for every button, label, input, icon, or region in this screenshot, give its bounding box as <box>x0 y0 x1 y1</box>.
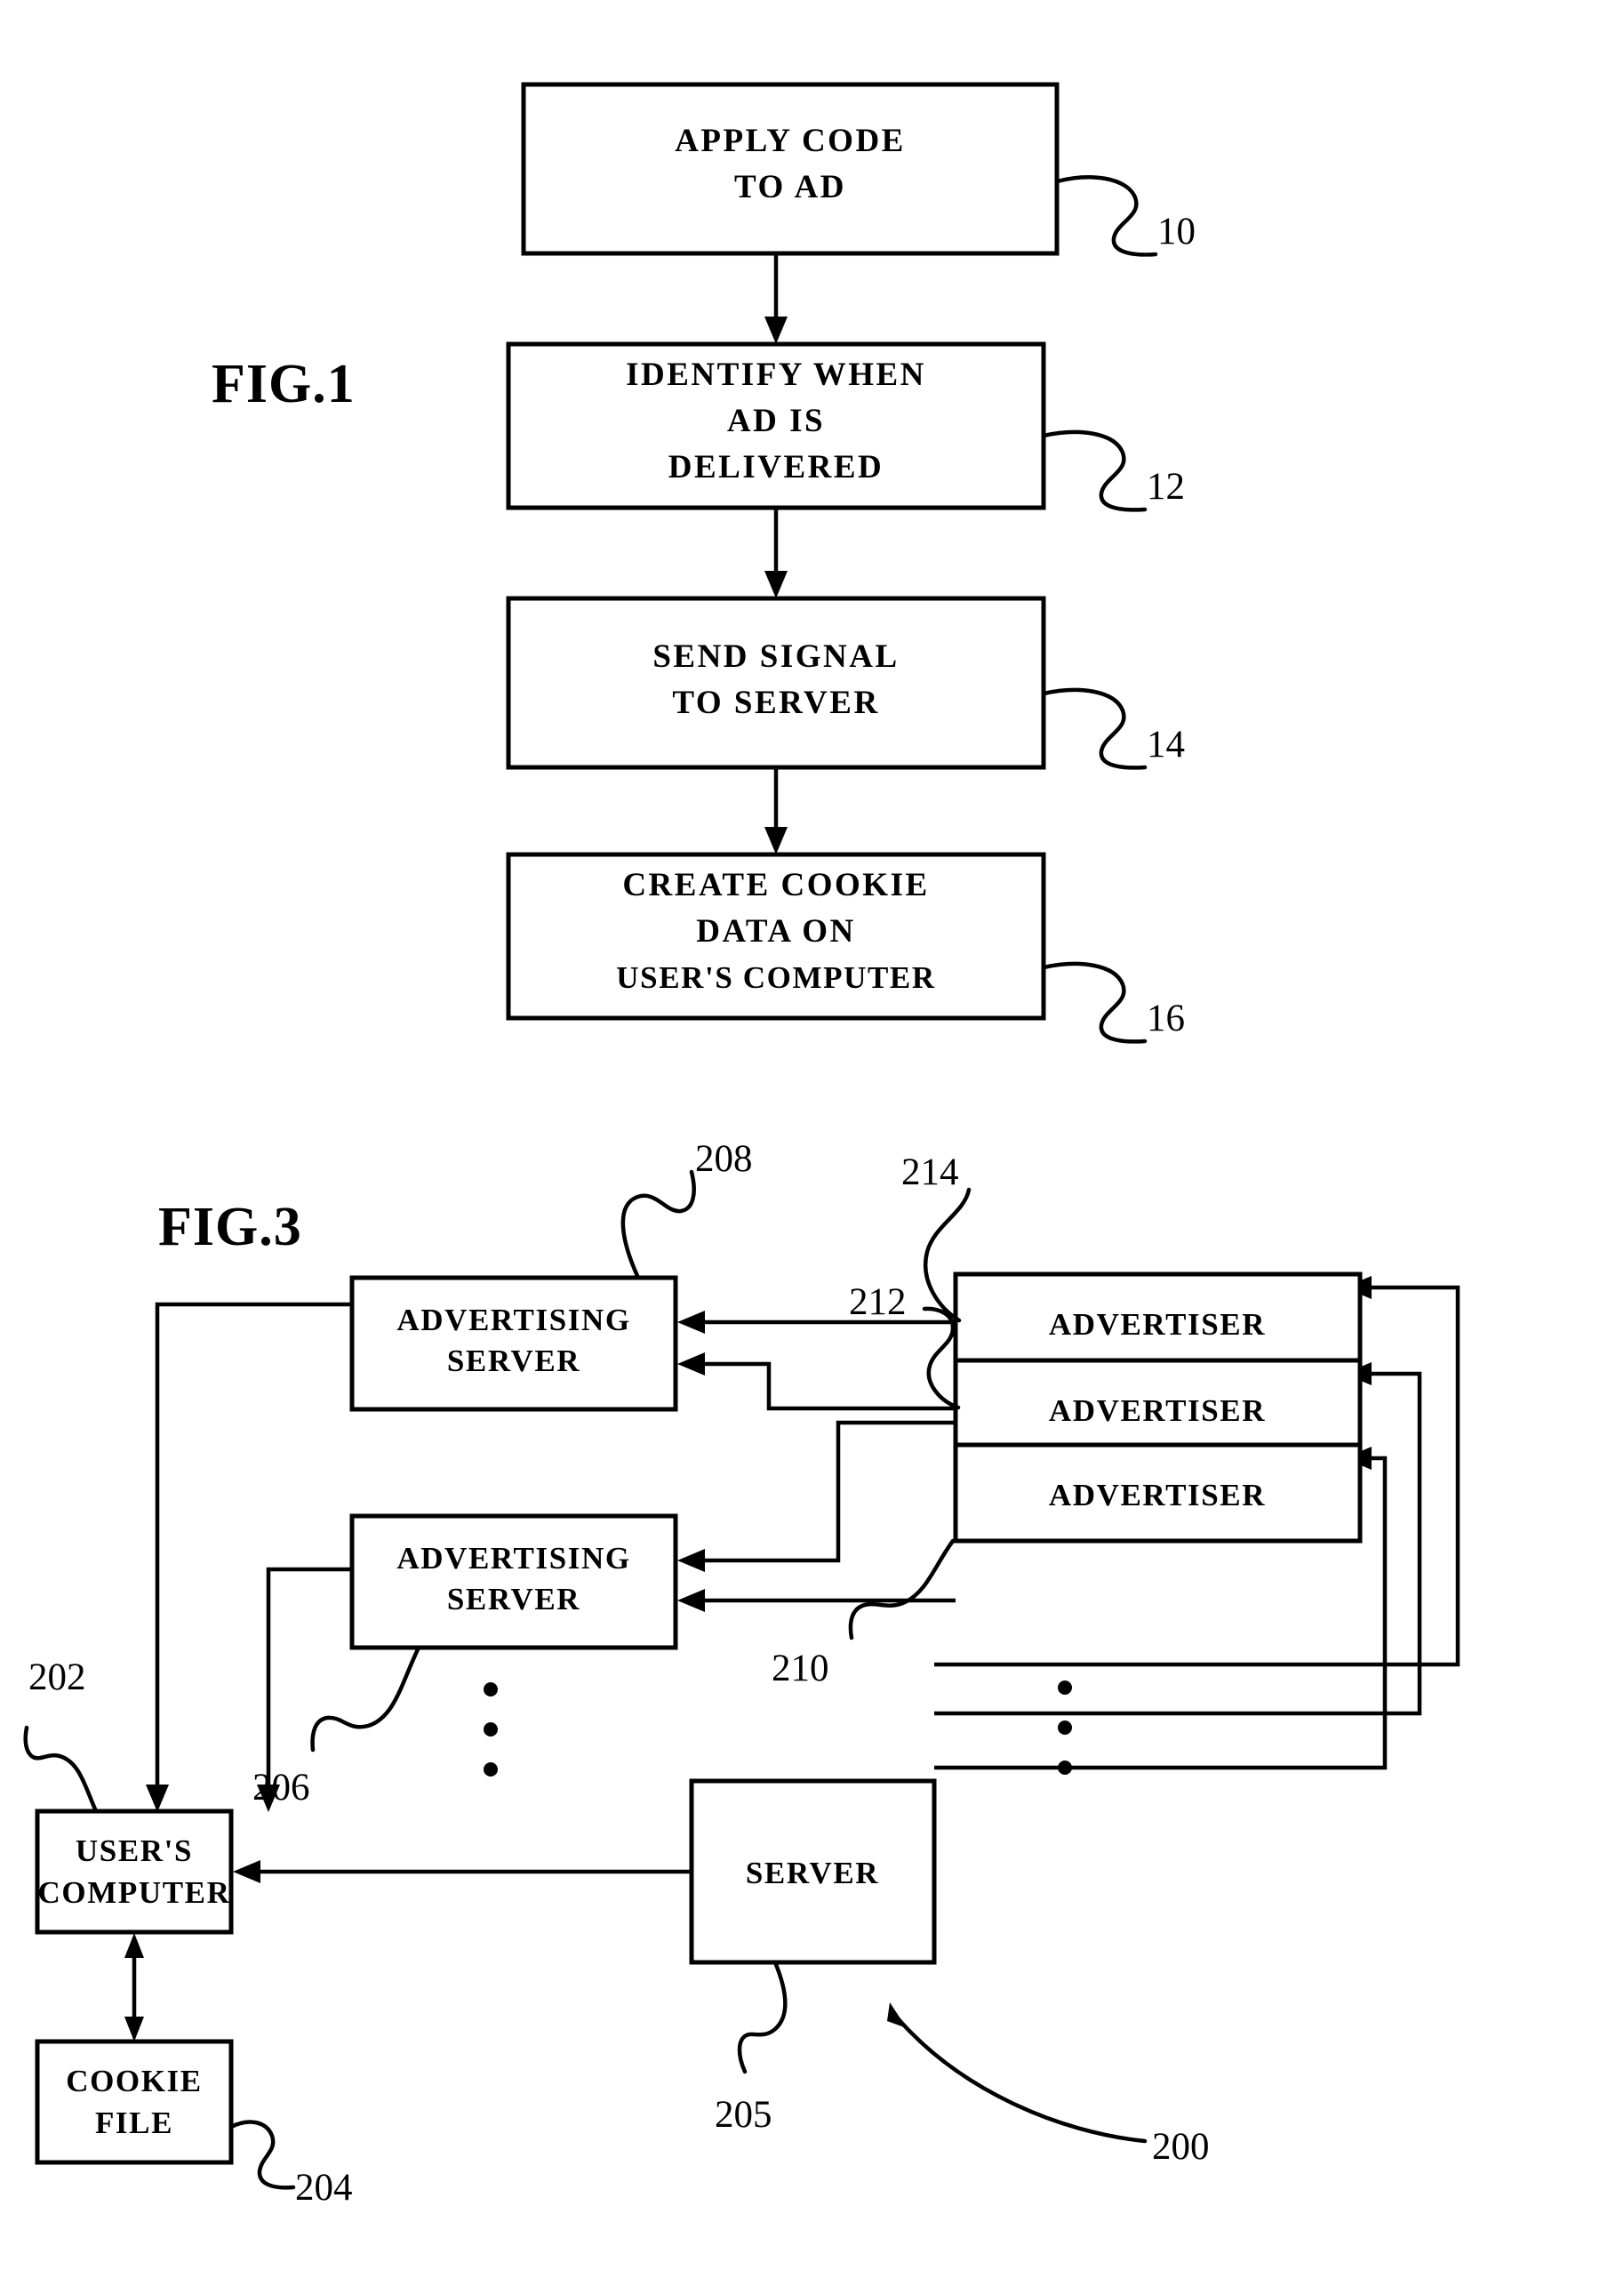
fig1-ref-16: 16 <box>1147 998 1185 1039</box>
fig3-leader-210 <box>848 1538 956 1640</box>
fig3-ref-204: 204 <box>295 2167 353 2209</box>
fig3-advertising-server-1: ADVERTISING SERVER <box>349 1275 678 1412</box>
fig3-server: SERVER <box>689 1778 937 1965</box>
fig3-cookie-link <box>124 1933 144 2041</box>
fig3-advertiser-3: ADVERTISER <box>953 1442 1363 1544</box>
fig3-advertising-server-1-line2: SERVER <box>447 1344 580 1378</box>
fig3-cookie-file: COOKIE FILE <box>35 2039 234 2165</box>
fig3-ellipsis-advertisers <box>1058 1680 1072 1775</box>
fig1-step-create-cookie-line3: USER'S COMPUTER <box>616 960 935 995</box>
fig3-advertiser-to-server-links <box>677 1311 956 1612</box>
fig3-users-computer: USER'S COMPUTER <box>35 1809 234 1935</box>
fig3-advertiser-2: ADVERTISER <box>953 1358 1363 1459</box>
fig3-advertising-server-2-line2: SERVER <box>447 1582 580 1616</box>
fig3-leader-208 <box>620 1169 696 1280</box>
fig3-advertiser-1: ADVERTISER <box>953 1271 1363 1373</box>
fig1-step-send-signal-line2: TO SERVER <box>672 685 879 721</box>
fig3-ref-208: 208 <box>695 1138 753 1180</box>
fig3-advertising-server-2-line1: ADVERTISING <box>396 1541 630 1576</box>
fig1-ref-10: 10 <box>1157 211 1196 253</box>
fig1-ref-14: 14 <box>1147 724 1185 766</box>
fig3-server-to-user-link <box>233 1860 692 1883</box>
fig3-ref-212: 212 <box>849 1281 907 1323</box>
fig1-step-apply-code-line1: APPLY CODE <box>675 123 906 159</box>
figure-3: FIG.3 ADVERTISING SERVER 208 ADVERTISING… <box>23 1138 1460 2209</box>
fig3-cookie-file-line1: COOKIE <box>66 2064 203 2098</box>
fig3-advertiser-2-label: ADVERTISER <box>1049 1393 1266 1428</box>
fig1-arrow-10-to-12 <box>764 253 788 344</box>
fig3-leader-206 <box>310 1645 421 1753</box>
fig3-leader-204 <box>228 2120 296 2190</box>
fig3-ref-200: 200 <box>1152 2126 1210 2168</box>
fig3-ellipsis-ad-servers <box>484 1682 498 1777</box>
fig3-ref-210: 210 <box>772 1648 829 1689</box>
fig3-ref-214: 214 <box>901 1151 959 1193</box>
fig1-step-create-cookie: CREATE COOKIE DATA ON USER'S COMPUTER <box>506 852 1046 1021</box>
fig1-arrow-12-to-14 <box>764 508 788 598</box>
patent-drawing-sheet: FIG.1 APPLY CODE TO AD 10 IDENTIFY WHEN … <box>0 0 1624 2270</box>
fig1-ref-12: 12 <box>1147 466 1185 508</box>
fig1-step-apply-code: APPLY CODE TO AD <box>521 82 1060 256</box>
fig1-leader-16 <box>1041 961 1148 1044</box>
fig3-advertising-server-1-line1: ADVERTISING <box>396 1303 630 1337</box>
fig1-step-identify-delivery-line2: AD IS <box>727 403 825 439</box>
fig1-step-identify-delivery-line1: IDENTIFY WHEN <box>626 357 926 393</box>
fig1-step-create-cookie-line2: DATA ON <box>696 913 856 950</box>
fig1-leader-10 <box>1054 175 1158 257</box>
fig3-users-computer-line2: COMPUTER <box>38 1875 231 1910</box>
figure-3-title: FIG.3 <box>158 1197 302 1257</box>
fig1-step-send-signal: SEND SIGNAL TO SERVER <box>506 596 1046 770</box>
drawing-canvas: FIG.1 APPLY CODE TO AD 10 IDENTIFY WHEN … <box>23 82 1460 2209</box>
fig1-step-identify-delivery: IDENTIFY WHEN AD IS DELIVERED <box>506 341 1046 510</box>
fig1-step-send-signal-box <box>506 596 1046 770</box>
fig1-step-identify-delivery-line3: DELIVERED <box>668 449 884 485</box>
fig3-ref-205: 205 <box>715 2094 772 2136</box>
fig1-step-apply-code-line2: TO AD <box>734 169 846 205</box>
fig3-advertiser-3-label: ADVERTISER <box>1049 1478 1266 1512</box>
fig1-leader-12 <box>1041 429 1148 512</box>
fig3-advertiser-1-label: ADVERTISER <box>1049 1307 1266 1342</box>
fig1-leader-14 <box>1041 687 1148 770</box>
fig3-adserver-downlinks <box>146 1302 352 1812</box>
fig3-system-ref-200: 200 <box>887 2002 1210 2168</box>
fig3-users-computer-box <box>35 1809 234 1935</box>
fig3-advertising-server-2: ADVERTISING SERVER <box>349 1513 678 1650</box>
fig3-users-computer-line1: USER'S <box>76 1833 193 1868</box>
fig3-server-label: SERVER <box>746 1856 879 1890</box>
fig3-leader-205 <box>737 1960 788 2074</box>
figure-1: FIG.1 APPLY CODE TO AD 10 IDENTIFY WHEN … <box>212 82 1196 1044</box>
fig3-leader-202 <box>23 1725 99 1814</box>
fig3-cookie-file-line2: FILE <box>95 2106 173 2140</box>
fig1-step-create-cookie-line1: CREATE COOKIE <box>622 867 929 903</box>
figure-1-title: FIG.1 <box>212 354 356 414</box>
fig1-step-send-signal-line1: SEND SIGNAL <box>652 638 899 675</box>
fig1-arrow-14-to-16 <box>764 767 788 854</box>
fig3-ref-202: 202 <box>28 1656 86 1698</box>
fig3-cookie-file-box <box>35 2039 234 2165</box>
fig3-leader-200 <box>895 2016 1148 2144</box>
